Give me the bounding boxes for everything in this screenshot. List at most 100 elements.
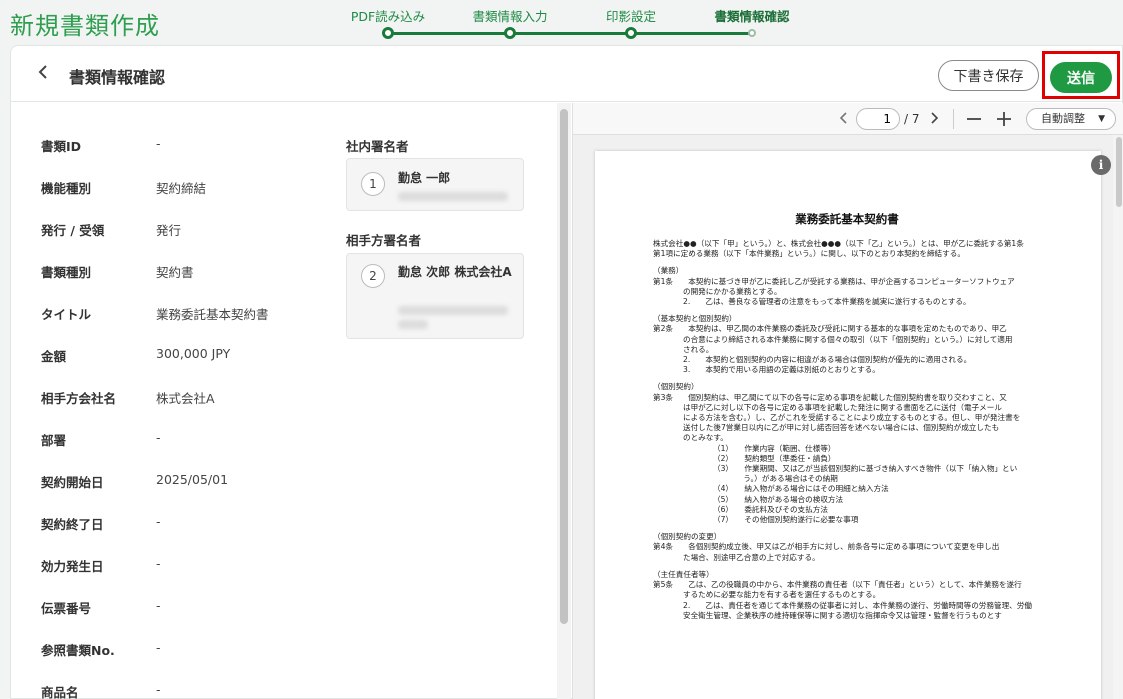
info-label: 参照書類No. — [41, 643, 115, 658]
scrollbar-thumb[interactable] — [560, 109, 568, 624]
document-text-line: 第3条 個別契約は、甲乙間にて以下の各号に定める事項を記載した個別契約書を取り交… — [653, 392, 1007, 402]
info-label: タイトル — [41, 307, 92, 322]
step-dot-seal — [625, 27, 637, 39]
plus-icon — [997, 112, 1011, 126]
info-label: 効力発生日 — [41, 559, 104, 574]
internal-signers-title: 社内署名者 — [346, 139, 409, 154]
document-text-line: （業務） — [653, 266, 684, 276]
chevron-left-icon — [839, 112, 847, 124]
document-text-line: 送付した後7営業日以内に乙が甲に対し諾否回答を述べない場合には、個別契約が成立し… — [683, 423, 1000, 433]
pdf-page: 業務委託基本契約書 株式会社●●（以下「甲」という。）と、株式会社●●●（以下「… — [595, 151, 1101, 699]
zoom-select-value: 自動調整 — [1041, 112, 1085, 125]
document-text-line: 第1項に定める業務（以下「本件業務」という。）に関し、以下のとおり本契約を締結す… — [653, 249, 965, 259]
document-text-line: 3. 本契約で用いる用語の定義は別紙のとおりとする。 — [683, 365, 880, 375]
info-value: - — [156, 430, 161, 445]
save-draft-button[interactable]: 下書き保存 — [938, 60, 1039, 91]
redacted-email — [398, 306, 508, 315]
app-title: 新規書類作成 — [10, 12, 160, 40]
viewer-scrollbar-thumb[interactable] — [1116, 137, 1122, 207]
info-label: 契約開始日 — [41, 475, 104, 490]
chevron-right-icon — [931, 112, 939, 124]
info-value: - — [156, 682, 161, 697]
document-text-line: （3） 作業期間、又は乙が当該個別契約に基づき納入すべき物件（以下「納入物」とい — [713, 464, 1018, 474]
main-card: 書類情報確認 下書き保存 送信 書類ID - 機能種別 契約締結 発行 / 受領 発行 書類… — [10, 45, 1123, 699]
caret-down-icon: ▼ — [1098, 114, 1105, 124]
info-value: - — [156, 640, 161, 655]
info-value: 300,000 JPY — [156, 346, 231, 361]
document-text-line: 第1条 本契約に基づき甲が乙に委託し乙が受託する業務は、甲が企画するコンピュータ… — [653, 276, 1015, 286]
viewer-scrollbar[interactable] — [1113, 135, 1123, 699]
viewer-toolbar: / 7 自動調整 ▼ — [573, 103, 1123, 135]
info-value: 2025/05/01 — [156, 472, 229, 487]
progress-stepper: PDF読み込み 書類情報入力 印影設定 書類情報確認 — [340, 0, 810, 44]
document-title: 業務委託基本契約書 — [795, 212, 899, 226]
info-value: - — [156, 598, 161, 613]
info-value: 業務委託基本契約書 — [156, 307, 269, 322]
prev-page-button[interactable] — [839, 110, 849, 129]
document-text-line: （個別契約の変更） — [653, 532, 722, 542]
info-label: 契約終了日 — [41, 517, 104, 532]
send-button[interactable]: 送信 — [1050, 62, 1112, 93]
document-text-line: は甲が乙に対し以下の各号に定める事項を記載した発注に関する書面を乙に送付（電子メ… — [683, 402, 1002, 412]
zoom-select[interactable]: 自動調整 ▼ — [1026, 108, 1116, 130]
document-text-line: 2. 本契約と個別契約の内容に相違がある場合は個別契約が優先的に適用される。 — [683, 355, 972, 365]
chevron-left-icon — [38, 65, 47, 79]
signer-order-badge: 1 — [361, 172, 385, 196]
document-text-line: される。 — [683, 344, 714, 354]
document-text-line: 第5条 乙は、乙の役職員の中から、本件業務の責任者（以下「責任者」という）として… — [653, 580, 1022, 590]
info-value: - — [156, 136, 161, 151]
info-icon[interactable]: i — [1091, 155, 1111, 175]
card-header: 書類情報確認 下書き保存 送信 — [11, 46, 1122, 102]
minus-icon — [967, 118, 981, 120]
info-value: 株式会社A — [156, 391, 215, 406]
document-text-line: の開発にかかる業務とする。 — [683, 286, 782, 296]
document-text-line: （主任責任者等） — [653, 569, 714, 579]
send-button-highlight: 送信 — [1042, 51, 1120, 99]
info-label: 部署 — [41, 433, 67, 448]
document-text-line: う。）がある場合はその納期 — [713, 474, 838, 484]
signer-order-badge: 2 — [361, 264, 385, 288]
document-text-line: た場合、別途甲乙合意の上で対応する。 — [683, 552, 820, 562]
back-button[interactable] — [37, 64, 49, 85]
info-value: 契約書 — [156, 265, 194, 280]
step-label-pdf: PDF読み込み — [350, 9, 426, 24]
page-number-input[interactable] — [856, 108, 900, 130]
signer-name: 勤怠 一郎 — [398, 171, 451, 185]
step-dot-info-input — [504, 27, 516, 39]
document-text-line: による方法を含む。）し、乙がこれを受諾することにより成立するものとする。但し、甲… — [683, 413, 1021, 423]
info-value: 契約締結 — [156, 181, 207, 196]
document-text-line: 第2条 本契約は、甲乙間の本件業務の委託及び受託に関する基本的な事項を定めたもの… — [653, 324, 1007, 334]
step-dot-confirm — [748, 29, 756, 37]
document-text-line: （4） 納入物がある場合にはその明細と納入方法 — [713, 484, 889, 494]
document-text-line: （7） その他個別契約遂行に必要な事項 — [713, 515, 859, 525]
document-text-line: （6） 委託料及びその支払方法 — [713, 504, 828, 514]
document-text-line: のとみなす。 — [683, 433, 728, 443]
document-text-line: （基本契約と個別契約） — [653, 314, 737, 324]
document-text-line: 2. 乙は、善良なる管理者の注意をもって本件業務を誠実に遂行するものとする。 — [683, 297, 971, 307]
page-title: 書類情報確認 — [69, 68, 166, 87]
step-label-seal: 印影設定 — [605, 9, 657, 24]
external-signer-card[interactable]: 2 勤怠 次郎 株式会社A — [346, 253, 524, 339]
info-label: 商品名 — [41, 685, 79, 699]
pdf-viewer: / 7 自動調整 ▼ 業務委託基本契約書 株式会社●●（以下「甲」という。）と、… — [572, 103, 1123, 699]
info-label: 金額 — [41, 349, 67, 364]
redacted-email — [398, 320, 428, 329]
internal-signer-card[interactable]: 1 勤怠 一郎 — [346, 158, 524, 211]
document-text-line: 安全衛生管理、企業秩序の維持確保等に関する適切な指揮命令又は管理・監督を行うもの… — [683, 610, 1002, 620]
step-label-confirm: 書類情報確認 — [714, 9, 790, 24]
info-panel-scrollbar[interactable] — [557, 103, 571, 699]
zoom-in-button[interactable] — [996, 111, 1012, 131]
info-label: 書類種別 — [41, 265, 92, 280]
step-label-info-input: 書類情報入力 — [472, 9, 548, 24]
info-value: - — [156, 514, 161, 529]
document-info-panel: 書類ID - 機能種別 契約締結 発行 / 受領 発行 書類種別 契約書 タイトル 業務委託基本契… — [11, 103, 571, 699]
document-text-line: の合意により締結される本件業務に関する個々の取引（以下「個別契約」という。）に対… — [683, 334, 1013, 344]
external-signers-title: 相手方署名者 — [346, 233, 422, 248]
redacted-email — [398, 192, 508, 201]
next-page-button[interactable] — [929, 110, 939, 129]
signer-name: 勤怠 次郎 株式会社A — [398, 265, 512, 279]
zoom-out-button[interactable] — [966, 111, 982, 131]
document-text-line: （2） 契約類型（準委任・請負） — [713, 453, 836, 463]
info-label: 相手方会社名 — [41, 391, 117, 406]
document-text-line: （5） 納入物がある場合の検収方法 — [713, 494, 844, 504]
